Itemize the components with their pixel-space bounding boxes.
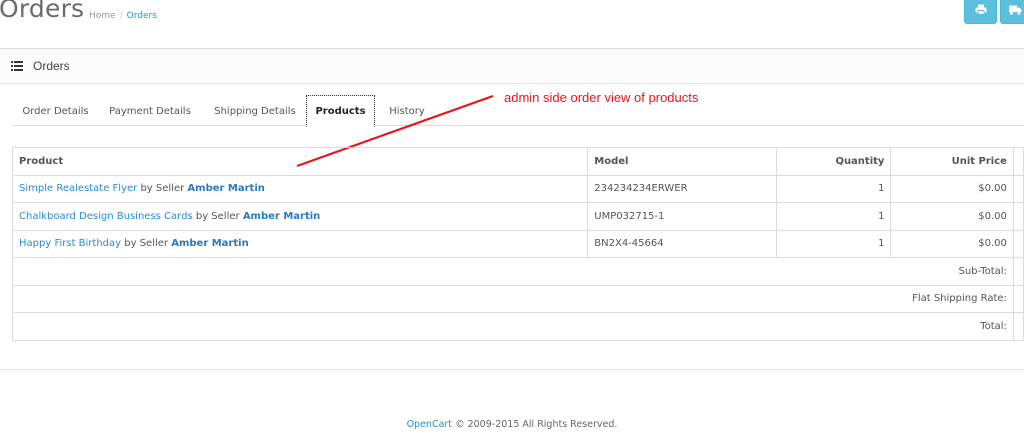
column-header-total (1012, 147, 1024, 176)
table-row: Chalkboard Design Business Cards by Sell… (11, 202, 1024, 231)
products-table: Product Model Quantity Unit Price Simple… (11, 147, 1024, 341)
product-link[interactable]: Chalkboard Design Business Cards (19, 211, 193, 222)
footer-opencart-link[interactable]: OpenCart (407, 419, 452, 430)
total-cell (1012, 202, 1024, 231)
footer: OpenCart © 2009-2015 All Rights Reserved… (0, 419, 1024, 430)
total-cell (1012, 229, 1024, 258)
totals-row: Flat Shipping Rate: (12, 284, 1024, 313)
unit-price-cell: $0.00 (890, 202, 1014, 231)
product-link[interactable]: Happy First Birthday (19, 238, 121, 249)
column-header-product: Product (11, 147, 589, 176)
totals-row: Sub-Total: (12, 257, 1024, 286)
model-cell: 234234234ERWER (587, 174, 777, 203)
product-cell: Chalkboard Design Business Cards by Sell… (11, 202, 589, 231)
table-header-row: Product Model Quantity Unit Price (11, 147, 1024, 176)
footer-copyright: © 2009-2015 All Rights Reserved. (455, 419, 618, 430)
shipping-rate-value (1012, 284, 1024, 313)
total-value (1012, 312, 1024, 341)
annotation-text: admin side order view of products (504, 90, 699, 105)
unit-price-cell: $0.00 (890, 229, 1014, 258)
sub-total-label: Sub-Total: (12, 257, 1014, 286)
seller-prefix: by Seller (124, 238, 169, 250)
column-header-model: Model (587, 147, 777, 176)
seller-link[interactable]: Amber Martin (243, 211, 320, 222)
unit-price-cell: $0.00 (890, 174, 1014, 203)
seller-link[interactable]: Amber Martin (171, 238, 248, 249)
model-cell: BN2X4-45664 (587, 229, 777, 258)
shipping-rate-label: Flat Shipping Rate: (12, 284, 1014, 313)
column-header-unit-price: Unit Price (890, 147, 1014, 176)
seller-link[interactable]: Amber Martin (187, 183, 264, 194)
seller-prefix: by Seller (195, 210, 240, 222)
total-cell (1012, 174, 1024, 203)
table-row: Happy First Birthday by Seller Amber Mar… (11, 229, 1024, 258)
quantity-cell: 1 (775, 202, 892, 231)
seller-prefix: by Seller (140, 183, 185, 195)
total-label: Total: (12, 312, 1014, 341)
table-row: Simple Realestate Flyer by Seller Amber … (11, 174, 1024, 203)
sub-total-value (1012, 257, 1024, 286)
quantity-cell: 1 (775, 174, 892, 203)
product-cell: Simple Realestate Flyer by Seller Amber … (11, 174, 589, 203)
model-cell: UMP032715-1 (587, 202, 777, 231)
column-header-quantity: Quantity (775, 147, 892, 176)
product-cell: Happy First Birthday by Seller Amber Mar… (11, 229, 589, 258)
quantity-cell: 1 (775, 229, 892, 258)
product-link[interactable]: Simple Realestate Flyer (19, 183, 137, 194)
totals-row: Total: (12, 312, 1024, 341)
